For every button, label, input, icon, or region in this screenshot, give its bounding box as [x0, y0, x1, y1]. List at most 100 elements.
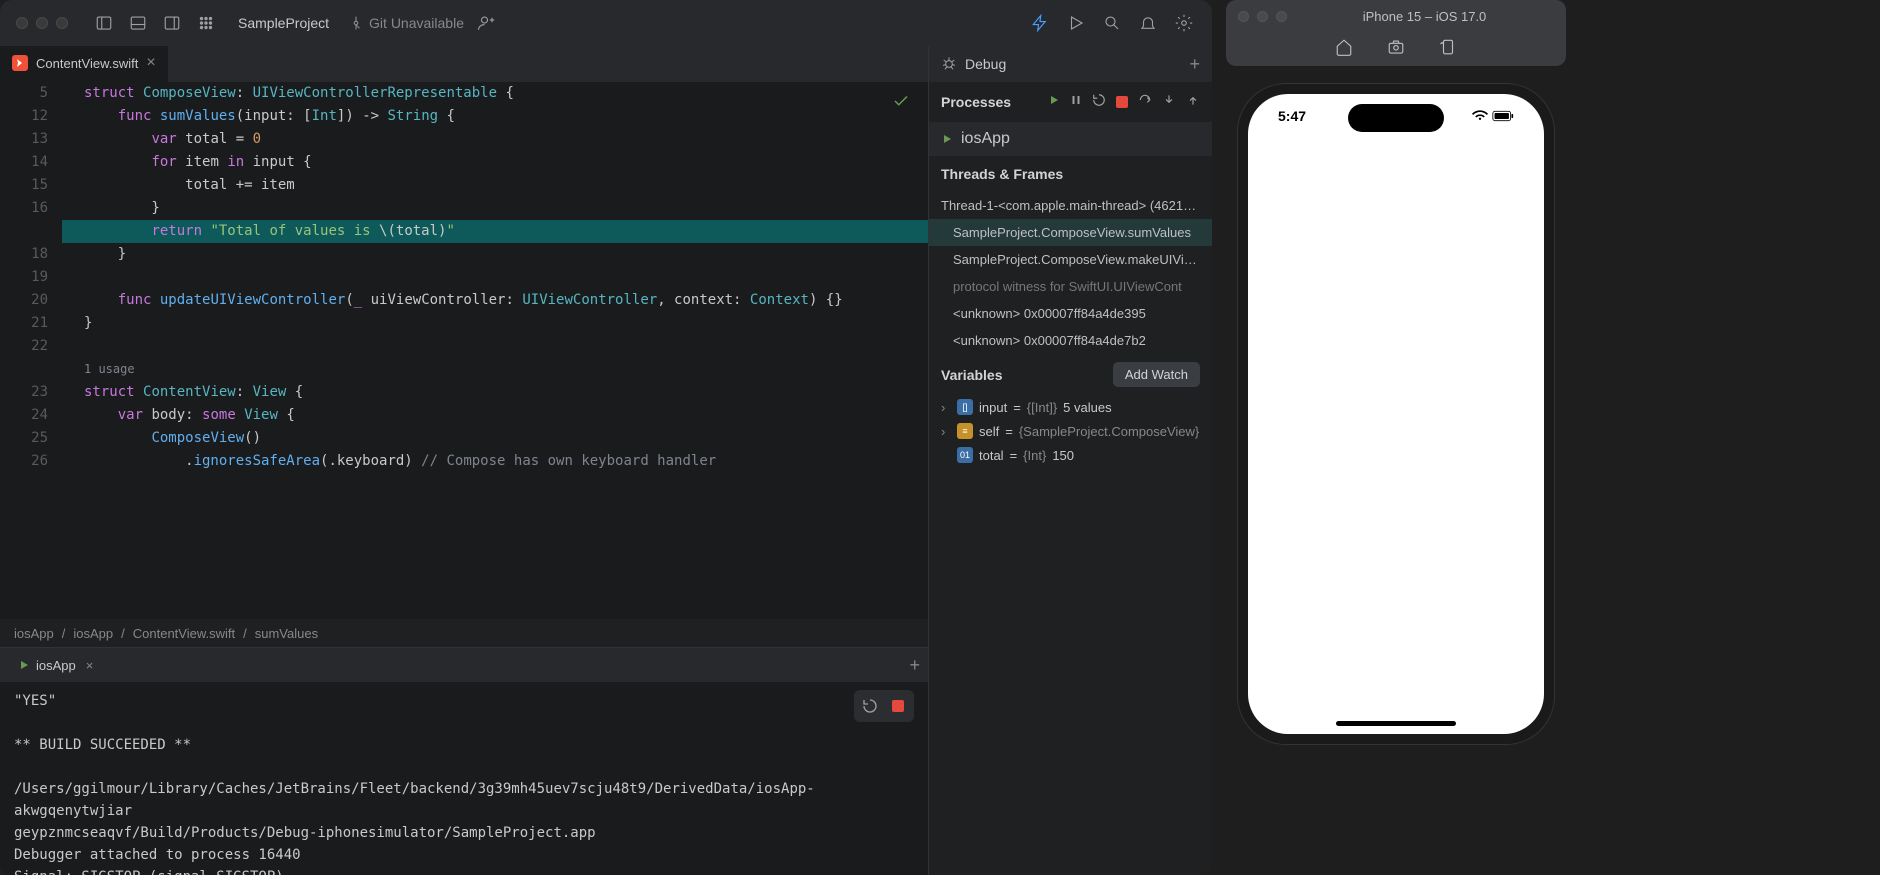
usage-hint[interactable]: 1 usage [62, 358, 928, 381]
close-tab-icon[interactable]: × [86, 658, 94, 673]
add-debug-icon[interactable]: + [1189, 54, 1200, 75]
minimize-window-icon[interactable] [36, 17, 48, 29]
object-icon: ≡ [957, 423, 973, 439]
minimize-window-icon[interactable] [1257, 11, 1268, 22]
console-output[interactable]: "YES" ** BUILD SUCCEEDED ** /Users/ggilm… [0, 682, 928, 875]
variables-label: Variables [941, 367, 1003, 383]
breadcrumb-part[interactable]: sumValues [255, 626, 318, 641]
code-line: ComposeView() [62, 427, 928, 450]
process-item[interactable]: iosApp [929, 122, 1212, 156]
debug-title: Debug [965, 56, 1006, 72]
stop-icon[interactable] [886, 694, 910, 718]
project-name[interactable]: SampleProject [238, 15, 329, 31]
code-editor[interactable]: 5 12 13 14 15 16 18 19 20 21 22 23 24 25 [0, 82, 928, 619]
breadcrumb-part[interactable]: iosApp [73, 626, 113, 641]
bolt-icon[interactable] [1028, 11, 1052, 35]
int-icon: 01 [957, 447, 973, 463]
ide-window: SampleProject Git Unavailable ContentVie… [0, 0, 1212, 875]
step-out-icon[interactable] [1186, 93, 1200, 112]
git-status[interactable]: Git Unavailable [349, 15, 464, 31]
add-user-icon[interactable] [474, 11, 498, 35]
phone-frame: 5:47 [1238, 84, 1554, 744]
stack-frame[interactable]: protocol witness for SwiftUI.UIViewCont [929, 273, 1212, 300]
stack-frame[interactable]: <unknown> 0x00007ff84a4de395 [929, 300, 1212, 327]
step-into-icon[interactable] [1162, 93, 1176, 112]
code-line: var body: some View { [62, 404, 928, 427]
threads-header: Threads & Frames [929, 156, 1212, 192]
code-line: func sumValues(input: [Int]) -> String { [62, 105, 928, 128]
code-line: struct ComposeView: UIViewControllerRepr… [62, 82, 928, 105]
resume-icon[interactable] [1048, 93, 1060, 111]
variable-row[interactable]: › ≡ self ={SampleProject.ComposeView} [929, 419, 1212, 443]
home-icon[interactable] [1335, 38, 1353, 61]
breadcrumb-part[interactable]: iosApp [14, 626, 54, 641]
stack-frame[interactable]: SampleProject.ComposeView.sumValues [929, 219, 1212, 246]
add-tab-icon[interactable]: + [909, 655, 920, 676]
line-number: 22 [0, 335, 48, 358]
add-watch-button[interactable]: Add Watch [1113, 362, 1200, 387]
console-line: "YES" [14, 690, 914, 712]
rerun-icon[interactable] [858, 694, 882, 718]
stack-frame[interactable]: SampleProject.ComposeView.makeUIView [929, 246, 1212, 273]
console-line: ** BUILD SUCCEEDED ** [14, 734, 914, 756]
run-tab[interactable]: iosApp × [8, 648, 103, 682]
close-tab-icon[interactable]: × [146, 54, 155, 72]
chevron-right-icon[interactable]: › [941, 424, 951, 439]
console-line: Debugger attached to process 16440 [14, 844, 914, 866]
panel-right-icon[interactable] [160, 11, 184, 35]
bell-icon[interactable] [1136, 11, 1160, 35]
code-area[interactable]: struct ComposeView: UIViewControllerRepr… [62, 82, 928, 619]
breadcrumb[interactable]: iosApp / iosApp / ContentView.swift / su… [0, 619, 928, 647]
processes-row: Processes [929, 82, 1212, 122]
panel-bottom-icon[interactable] [126, 11, 150, 35]
phone-screen[interactable]: 5:47 [1248, 94, 1544, 734]
search-icon[interactable] [1100, 11, 1124, 35]
gear-icon[interactable] [1172, 11, 1196, 35]
console-line: /Users/ggilmour/Library/Caches/JetBrains… [14, 778, 914, 822]
maximize-window-icon[interactable] [1276, 11, 1287, 22]
close-window-icon[interactable] [1238, 11, 1249, 22]
line-number: 20 [0, 289, 48, 312]
step-over-icon[interactable] [1138, 93, 1152, 112]
gutter[interactable]: 5 12 13 14 15 16 18 19 20 21 22 23 24 25 [0, 82, 62, 619]
simulator-title: iPhone 15 – iOS 17.0 [1295, 9, 1554, 24]
code-line: total += item [62, 174, 928, 197]
grid-icon[interactable] [194, 11, 218, 35]
line-number: 21 [0, 312, 48, 335]
panel-left-icon[interactable] [92, 11, 116, 35]
camera-icon[interactable] [1387, 38, 1405, 61]
variable-row[interactable]: › [] input = {[Int]} 5 values [929, 395, 1212, 419]
code-line: struct ContentView: View { [62, 381, 928, 404]
maximize-window-icon[interactable] [56, 17, 68, 29]
console-controls [854, 690, 914, 722]
pause-icon[interactable] [1070, 93, 1082, 111]
debug-panel: Debug + Processes iosApp Thread [928, 46, 1212, 875]
close-window-icon[interactable] [16, 17, 28, 29]
console-line [14, 712, 914, 734]
rotate-icon[interactable] [1439, 38, 1457, 61]
breadcrumb-part[interactable]: ContentView.swift [133, 626, 235, 641]
play-icon [941, 133, 953, 145]
line-number: 18 [0, 243, 48, 266]
code-line: .ignoresSafeArea(.keyboard) // Compose h… [62, 450, 928, 473]
home-indicator[interactable] [1336, 721, 1456, 726]
file-tab-contentview[interactable]: ContentView.swift × [0, 46, 168, 82]
battery-icon [1492, 110, 1514, 122]
bug-icon [941, 56, 957, 72]
titlebar: SampleProject Git Unavailable [0, 0, 1212, 46]
stop-process-icon[interactable] [1116, 96, 1128, 108]
process-name: iosApp [961, 130, 1010, 148]
chevron-right-icon[interactable]: › [941, 400, 951, 415]
code-line-highlighted: return "Total of values is \(total)" [62, 220, 928, 243]
variable-row[interactable]: 01 total = {Int} 150 [929, 443, 1212, 467]
stack-frame[interactable]: <unknown> 0x00007ff84a4de7b2 [929, 327, 1212, 354]
thread-row[interactable]: Thread-1-<com.apple.main-thread> (462171… [929, 192, 1212, 219]
breakpoint-line[interactable] [0, 220, 48, 243]
swift-file-icon [12, 55, 28, 71]
run-tab-label: iosApp [36, 658, 76, 673]
console-line: Signal: SIGSTOP (signal SIGSTOP) [14, 866, 914, 875]
code-line [62, 266, 928, 289]
restart-icon[interactable] [1092, 93, 1106, 112]
array-icon: [] [957, 399, 973, 415]
run-icon[interactable] [1064, 11, 1088, 35]
